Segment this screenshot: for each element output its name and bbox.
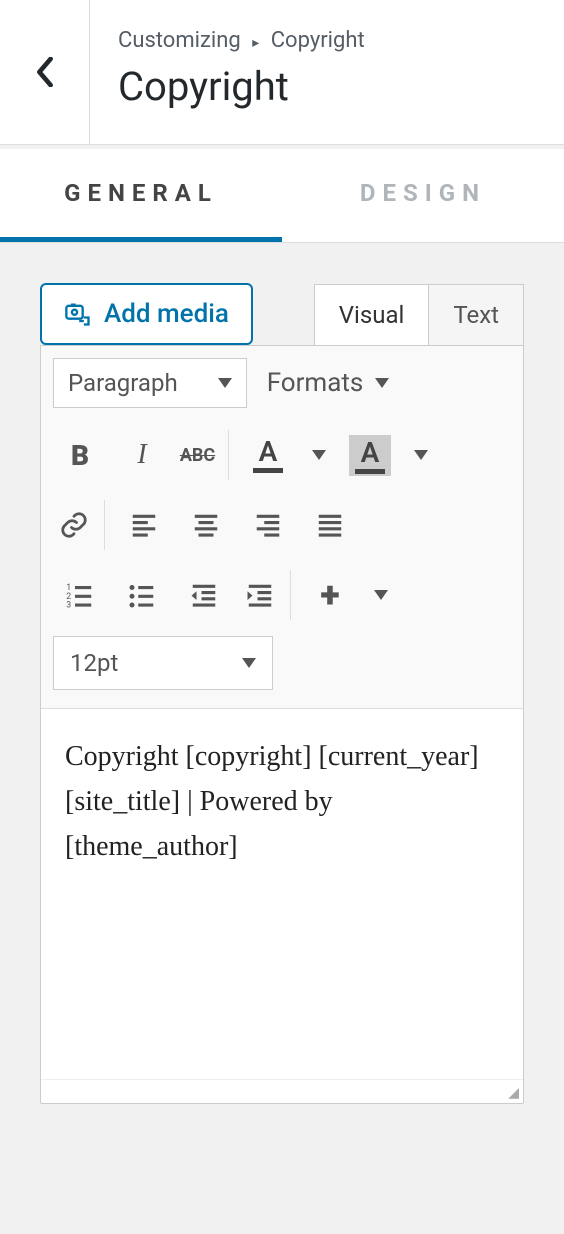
align-right-icon <box>253 510 283 540</box>
caret-down-icon <box>414 450 428 460</box>
indent-button[interactable] <box>241 570 291 620</box>
insert-button[interactable]: + <box>305 570 355 620</box>
caret-down-icon <box>375 378 389 388</box>
text-color-button[interactable]: A <box>243 430 293 480</box>
back-button[interactable] <box>0 0 90 144</box>
editor-toolbar: Paragraph Formats B I ABC A A <box>41 346 523 709</box>
editor-mode-tabs: Visual Text <box>314 284 524 345</box>
insert-caret[interactable] <box>367 570 395 620</box>
mode-tab-visual[interactable]: Visual <box>315 285 430 345</box>
indent-icon <box>245 580 275 610</box>
caret-down-icon <box>218 378 232 388</box>
ordered-list-icon: 123 <box>65 580 95 610</box>
bold-button[interactable]: B <box>55 430 105 480</box>
align-justify-icon <box>315 510 345 540</box>
page-title: Copyright <box>118 63 365 110</box>
bg-color-button[interactable]: A <box>345 430 395 480</box>
align-center-icon <box>191 510 221 540</box>
resize-handle[interactable]: ◢ <box>508 1085 519 1101</box>
breadcrumb: Customizing ▸ Copyright <box>118 28 365 53</box>
formats-label: Formats <box>267 368 364 398</box>
link-button[interactable] <box>55 500 105 550</box>
mode-tab-text[interactable]: Text <box>429 285 523 345</box>
italic-button[interactable]: I <box>117 430 167 480</box>
unordered-list-button[interactable] <box>117 570 167 620</box>
fontsize-label: 12pt <box>70 649 118 677</box>
breadcrumb-current: Copyright <box>271 28 365 53</box>
align-left-button[interactable] <box>119 500 169 550</box>
strikethrough-button[interactable]: ABC <box>179 430 229 480</box>
paragraph-select[interactable]: Paragraph <box>53 358 247 408</box>
section-tabs: GENERAL DESIGN <box>0 149 564 243</box>
ordered-list-button[interactable]: 123 <box>55 570 105 620</box>
panel-header: Customizing ▸ Copyright Copyright <box>0 0 564 145</box>
header-text: Customizing ▸ Copyright Copyright <box>90 0 365 144</box>
svg-text:3: 3 <box>66 601 71 611</box>
caret-down-icon <box>374 590 388 600</box>
editor-content[interactable]: Copyright [copyright] [current_year] [si… <box>41 709 523 1079</box>
tab-general[interactable]: GENERAL <box>0 149 282 242</box>
align-right-button[interactable] <box>243 500 293 550</box>
breadcrumb-root: Customizing <box>118 28 241 53</box>
unordered-list-icon <box>127 580 157 610</box>
editor-footer: ◢ <box>41 1079 523 1103</box>
align-center-button[interactable] <box>181 500 231 550</box>
outdent-button[interactable] <box>179 570 229 620</box>
add-media-label: Add media <box>104 299 229 329</box>
bg-color-caret[interactable] <box>407 430 435 480</box>
paragraph-label: Paragraph <box>68 369 178 397</box>
text-color-caret[interactable] <box>305 430 333 480</box>
align-justify-button[interactable] <box>305 500 355 550</box>
align-left-icon <box>129 510 159 540</box>
chevron-left-icon <box>34 57 56 87</box>
add-media-button[interactable]: Add media <box>40 283 253 345</box>
camera-icon <box>64 300 92 328</box>
fontsize-select[interactable]: 12pt <box>53 636 273 690</box>
caret-down-icon <box>242 658 256 668</box>
link-icon <box>59 510 89 540</box>
tab-design[interactable]: DESIGN <box>282 149 564 242</box>
formats-select[interactable]: Formats <box>267 368 390 398</box>
breadcrumb-sep: ▸ <box>252 35 259 51</box>
caret-down-icon <box>312 450 326 460</box>
outdent-icon <box>189 580 219 610</box>
editor: Paragraph Formats B I ABC A A <box>40 345 524 1104</box>
